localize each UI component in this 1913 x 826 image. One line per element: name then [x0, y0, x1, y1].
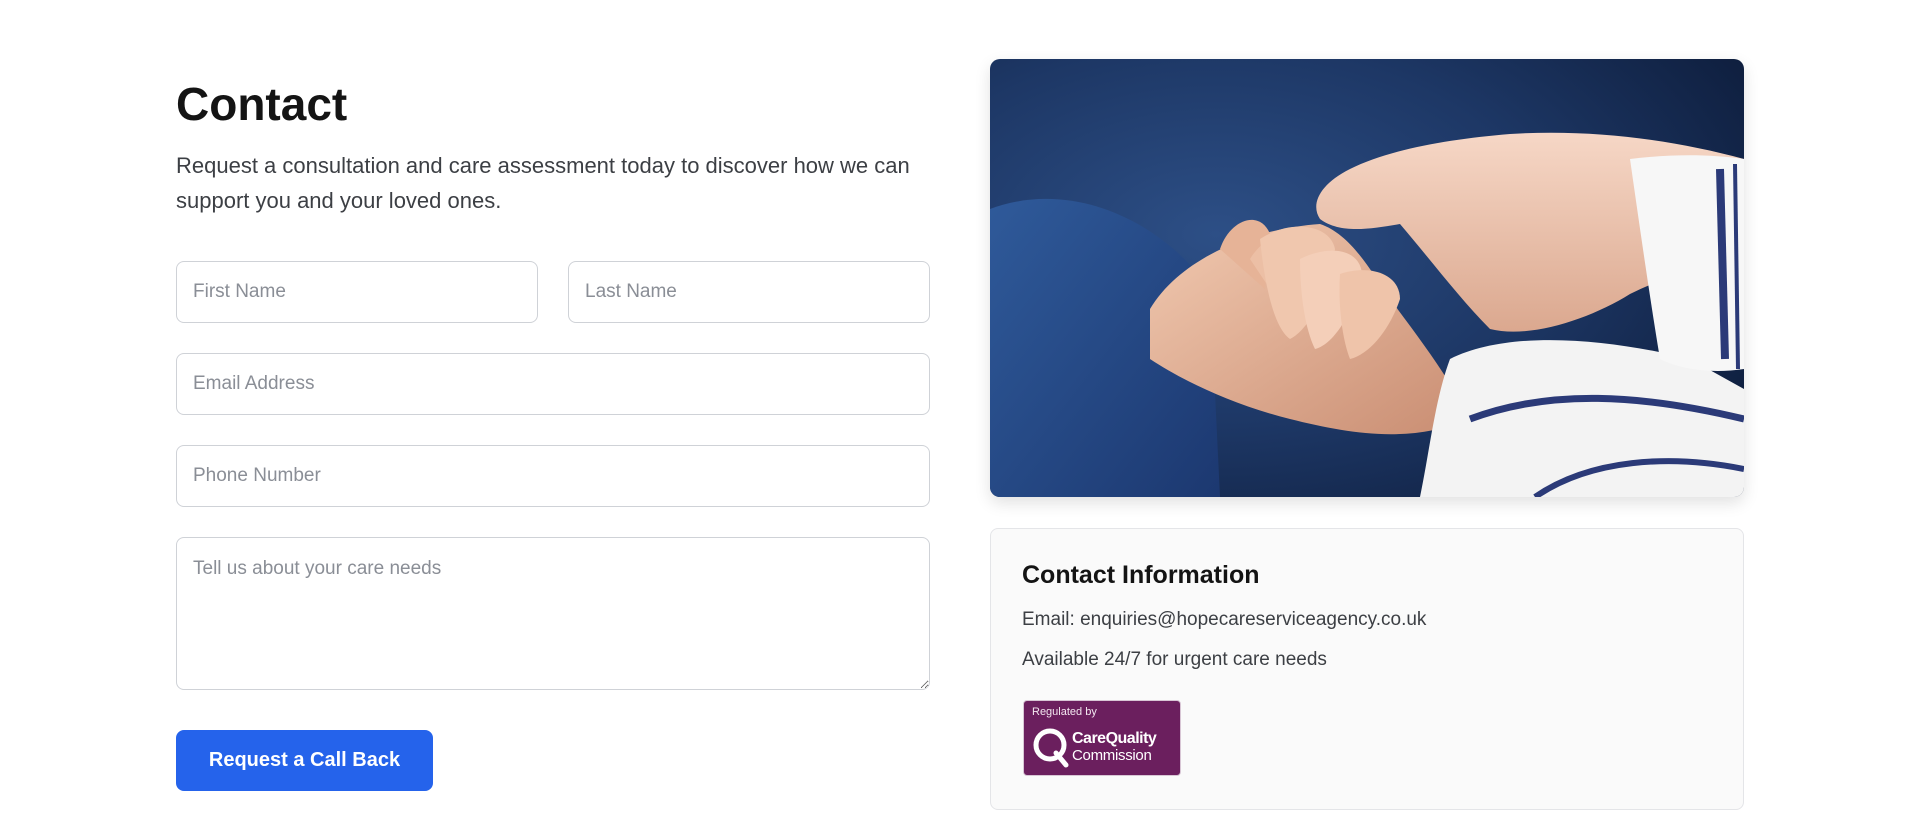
page-subtitle: Request a consultation and care assessme…: [176, 153, 910, 213]
phone-row: [176, 445, 930, 507]
page-title: Contact: [176, 78, 348, 130]
hands-photo-illustration: [990, 59, 1744, 497]
name-row: [176, 261, 930, 323]
contact-information-card: Contact Information Email: enquiries@hop…: [990, 528, 1744, 810]
last-name-input[interactable]: [568, 261, 930, 323]
email-input[interactable]: [176, 353, 930, 415]
contact-email: Email: enquiries@hopecareserviceagency.c…: [1022, 609, 1427, 630]
availability-text: Available 24/7 for urgent care needs: [1022, 649, 1327, 670]
email-row: [176, 353, 930, 415]
badge-name-line1: CareQuality: [1072, 730, 1157, 747]
badge-name-line2: Commission: [1072, 747, 1152, 764]
badge-regulated-by: Regulated by: [1032, 706, 1097, 718]
first-name-input[interactable]: [176, 261, 538, 323]
cqc-q-icon: [1033, 728, 1069, 768]
contact-form: Request a Call Back: [176, 261, 930, 791]
phone-input[interactable]: [176, 445, 930, 507]
contact-information-title: Contact Information: [1022, 561, 1260, 589]
hands-holding-photo: [990, 59, 1744, 497]
request-call-back-button[interactable]: Request a Call Back: [176, 730, 433, 791]
care-needs-textarea[interactable]: [176, 537, 930, 690]
contact-section: Contact Request a consultation and care …: [176, 72, 930, 791]
contact-page: Contact Request a consultation and care …: [0, 0, 1913, 826]
cqc-badge: Regulated by CareQuality Commission: [1023, 700, 1181, 776]
